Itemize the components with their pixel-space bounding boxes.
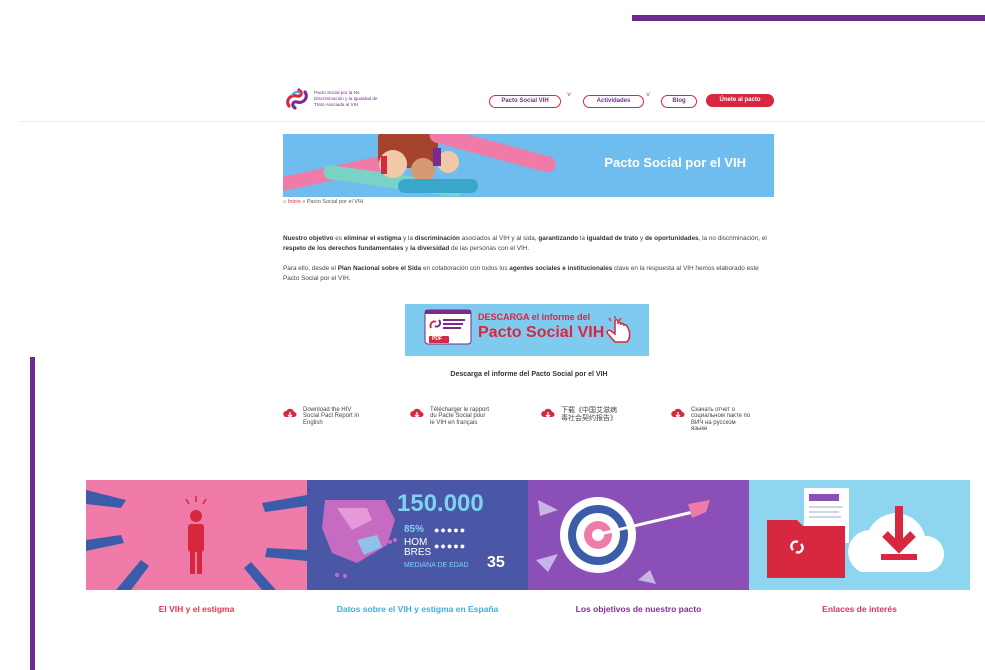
header-divider	[20, 121, 985, 122]
report-document-icon	[424, 309, 472, 345]
card-objectives[interactable]	[528, 480, 749, 590]
intro-text-segment: de las personas con el VIH.	[449, 245, 530, 252]
target-illustration	[536, 497, 710, 584]
breadcrumb-home-link[interactable]: Inicio	[288, 199, 301, 205]
download-banner-line2: Pacto Social VIH	[478, 324, 605, 341]
people-icons: ●●●●●	[434, 525, 467, 535]
intro-text-segment: garantizando	[538, 235, 579, 242]
hero-banner: Pacto Social por el VIH	[283, 134, 774, 197]
stigma-illustration	[86, 490, 307, 590]
card-objectives-title[interactable]: Los objetivos de nuestro pacto	[528, 604, 749, 614]
stat-median-label: MEDIANA DE EDAD	[404, 562, 469, 569]
cloud-download-icon	[283, 408, 297, 418]
site-header: Pacto Social por la No Discriminación y …	[283, 84, 775, 118]
folder-download-illustration	[767, 488, 945, 578]
card-stigma-title[interactable]: El VIH y el estigma	[86, 604, 307, 614]
intro-text-segment: Plan Nacional sobre el Sida	[337, 265, 422, 272]
intro-text-segment: discriminación	[414, 235, 460, 242]
intro-text-segment: igualdad de trato	[586, 235, 639, 242]
join-pact-button[interactable]: Únete al pacto	[706, 94, 774, 107]
intro-text-segment: la	[578, 235, 587, 242]
nav-pacto-social-vih[interactable]: Pacto Social VIH	[489, 95, 561, 108]
hand-pointer-icon	[606, 316, 631, 343]
stat-median-value: 35	[487, 554, 505, 571]
nav-actividades[interactable]: Actividades	[583, 95, 644, 108]
card-data-spain[interactable]: 150.000 85% ●●●●● HOM BRES ●●●●● MEDIANA …	[307, 480, 528, 590]
download-chinese-label[interactable]: 下载《中国艾滋病毒社会契约报告》	[561, 407, 621, 423]
card-links[interactable]	[749, 480, 970, 590]
intro-text-segment: de oportunidades	[644, 235, 699, 242]
card-links-title[interactable]: Enlaces de interés	[749, 604, 970, 614]
home-icon[interactable]: ⌂	[283, 199, 286, 205]
intro-text-segment: y la	[401, 235, 415, 242]
intro-paragraph-2: Para ello, desde el Plan Nacional sobre …	[283, 264, 775, 284]
intro-text-segment: es	[333, 235, 344, 242]
logo-text: Pacto Social por la No Discriminación y …	[314, 90, 378, 107]
cloud-download-icon	[410, 408, 424, 418]
breadcrumb-current: Pacto Social por el VIH	[306, 199, 364, 205]
intro-text-segment: y	[638, 235, 645, 242]
intro-text-segment: la diversidad	[410, 245, 450, 252]
card-data-spain-title[interactable]: Datos sobre el VIH y estigma en España	[307, 604, 528, 614]
cloud-download-icon	[671, 408, 685, 418]
intro-paragraph-1: Nuestro objetivo es eliminar el estigma …	[283, 234, 775, 254]
intro-text-segment: , la no discriminación, el	[698, 235, 767, 242]
intro-text-segment: Para ello, desde el	[283, 265, 338, 272]
intro-text-segment: en colaboración con todos los	[421, 265, 510, 272]
breadcrumb-separator: »	[302, 199, 306, 205]
intro-text-segment: eliminar el estigma	[343, 235, 402, 242]
chevron-down-icon[interactable]: ˅	[646, 92, 650, 99]
people-icons: ●●●●●	[434, 541, 467, 551]
download-caption: Descarga el informe del Pacto Social por…	[450, 371, 608, 378]
download-report-banner[interactable]: PDF DESCARGA el informe del Pacto Social…	[405, 304, 649, 356]
pdf-label: PDF	[432, 336, 442, 342]
breadcrumb: ⌂ Inicio » Pacto Social por el VIH	[283, 199, 363, 205]
cloud-download-icon	[541, 408, 555, 418]
download-banner-line1: DESCARGA el informe del	[478, 312, 591, 322]
intro-text-segment: respeto de los derechos fundamentales	[283, 245, 404, 252]
left-accent-bar	[30, 357, 35, 670]
download-russian-label[interactable]: Скачать отчет о социальном пакте по ВИЧ …	[691, 407, 751, 433]
banner-title: Pacto Social por el VIH	[604, 155, 746, 170]
intro-text-segment: Nuestro objetivo	[283, 235, 334, 242]
card-stigma[interactable]	[86, 480, 307, 590]
top-accent-bar	[632, 15, 985, 21]
download-russian[interactable]: Скачать отчет о социальном пакте по ВИЧ …	[671, 407, 751, 433]
stat-percent: 85%	[404, 524, 425, 535]
stat-big-number: 150.000	[397, 490, 484, 517]
download-english-label[interactable]: Download the HIV Social Pact Report in E…	[303, 407, 363, 426]
nav-blog[interactable]: Blog	[661, 95, 697, 108]
logo-icon	[286, 88, 308, 110]
download-french-label[interactable]: Télécharger le rapport du Pacte Social p…	[430, 407, 490, 426]
download-english[interactable]: Download the HIV Social Pact Report in E…	[283, 407, 363, 426]
intro-text-segment: agentes sociales e institucionales	[509, 265, 613, 272]
chevron-down-icon[interactable]: ˅	[567, 92, 571, 99]
site-logo[interactable]: Pacto Social por la No Discriminación y …	[283, 84, 384, 114]
intro-text-segment: asociados al VIH y al sida,	[459, 235, 539, 242]
download-chinese[interactable]: 下载《中国艾滋病毒社会契约报告》	[541, 407, 621, 423]
download-french[interactable]: Télécharger le rapport du Pacte Social p…	[410, 407, 490, 426]
stat-men-label: HOM BRES	[404, 537, 432, 558]
